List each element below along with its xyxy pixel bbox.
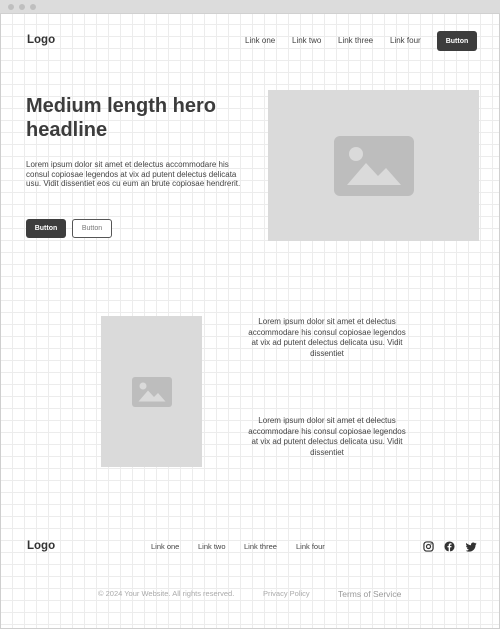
hero-secondary-button[interactable]: Button: [72, 219, 112, 238]
footer-link-two[interactable]: Link two: [198, 542, 226, 551]
copyright-text: © 2024 Your Website. All rights reserved…: [98, 589, 235, 598]
nav-link-three[interactable]: Link three: [338, 36, 373, 45]
nav-link-two[interactable]: Link two: [292, 36, 321, 45]
feature-image-placeholder: [101, 316, 202, 467]
footer-link-four[interactable]: Link four: [296, 542, 325, 551]
hero-primary-button[interactable]: Button: [26, 219, 66, 238]
nav-link-four[interactable]: Link four: [390, 36, 421, 45]
hero-image-placeholder: [268, 90, 479, 241]
hero-headline: Medium length hero headline: [26, 95, 216, 141]
browser-chrome: [0, 0, 500, 14]
header-logo[interactable]: Logo: [27, 34, 55, 46]
window-dot-icon: [19, 4, 25, 10]
window-dot-icon: [8, 4, 14, 10]
privacy-policy-link[interactable]: Privacy Policy: [263, 589, 310, 598]
footer-link-one[interactable]: Link one: [151, 542, 179, 551]
footer-link-three[interactable]: Link three: [244, 542, 277, 551]
terms-of-service-link[interactable]: Terms of Service: [338, 589, 401, 599]
image-placeholder-icon: [333, 135, 414, 196]
feature-paragraph-two: Lorem ipsum dolor sit amet et delectus a…: [248, 416, 406, 457]
twitter-icon[interactable]: [466, 541, 477, 552]
facebook-icon[interactable]: [444, 541, 455, 552]
window-dot-icon: [30, 4, 36, 10]
footer-logo[interactable]: Logo: [27, 540, 55, 552]
hero-body-text: Lorem ipsum dolor sit amet et delectus a…: [26, 160, 241, 188]
nav-link-one[interactable]: Link one: [245, 36, 275, 45]
image-placeholder-icon: [131, 376, 172, 407]
feature-paragraph-one: Lorem ipsum dolor sit amet et delectus a…: [248, 317, 406, 358]
header-button[interactable]: Button: [437, 31, 477, 51]
instagram-icon[interactable]: [423, 541, 434, 552]
